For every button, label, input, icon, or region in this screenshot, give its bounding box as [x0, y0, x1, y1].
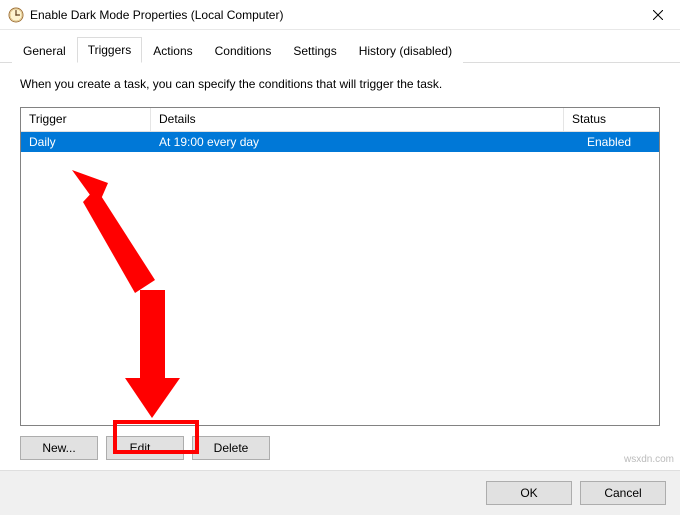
close-button[interactable]: [635, 0, 680, 30]
dialog-button-row: OK Cancel: [0, 470, 680, 515]
ok-button[interactable]: OK: [486, 481, 572, 505]
tab-conditions[interactable]: Conditions: [204, 38, 283, 63]
description-text: When you create a task, you can specify …: [20, 77, 660, 91]
column-header-details[interactable]: Details: [151, 108, 564, 131]
new-button[interactable]: New...: [20, 436, 98, 460]
cell-status: Enabled: [579, 133, 659, 151]
trigger-actions-row: New... Edit... Delete: [20, 436, 660, 460]
listview-header: Trigger Details Status: [21, 108, 659, 132]
tab-history[interactable]: History (disabled): [348, 38, 463, 63]
list-item[interactable]: Daily At 19:00 every day Enabled: [21, 132, 659, 152]
tab-actions[interactable]: Actions: [142, 38, 203, 63]
tab-settings[interactable]: Settings: [282, 38, 347, 63]
properties-dialog: Enable Dark Mode Properties (Local Compu…: [0, 0, 680, 515]
tab-strip: General Triggers Actions Conditions Sett…: [0, 30, 680, 63]
task-scheduler-icon: [8, 7, 24, 23]
cancel-button[interactable]: Cancel: [580, 481, 666, 505]
delete-button[interactable]: Delete: [192, 436, 270, 460]
column-header-status[interactable]: Status: [564, 108, 659, 131]
tab-general[interactable]: General: [12, 38, 77, 63]
edit-button[interactable]: Edit...: [106, 436, 184, 460]
close-icon: [653, 10, 663, 20]
titlebar: Enable Dark Mode Properties (Local Compu…: [0, 0, 680, 30]
cell-details: At 19:00 every day: [151, 133, 579, 151]
tab-triggers[interactable]: Triggers: [77, 37, 143, 63]
column-header-trigger[interactable]: Trigger: [21, 108, 151, 131]
tab-content-triggers: When you create a task, you can specify …: [0, 63, 680, 470]
listview-body: Daily At 19:00 every day Enabled: [21, 132, 659, 425]
window-title: Enable Dark Mode Properties (Local Compu…: [30, 8, 635, 22]
cell-trigger: Daily: [21, 133, 151, 151]
triggers-listview[interactable]: Trigger Details Status Daily At 19:00 ev…: [20, 107, 660, 426]
